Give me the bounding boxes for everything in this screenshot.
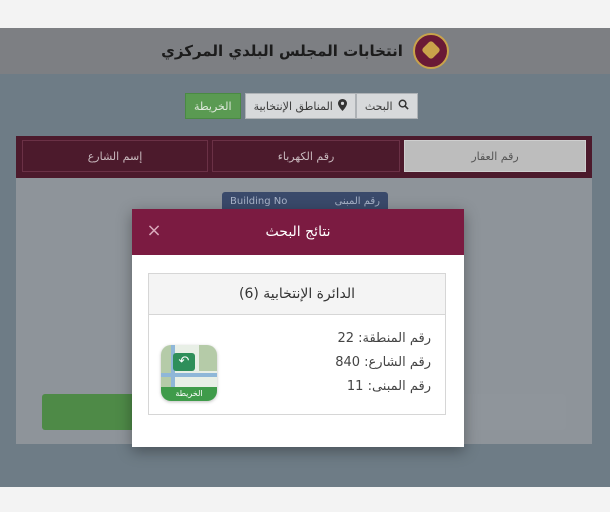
districts-button-label: المناطق الإنتخابية bbox=[253, 99, 333, 113]
search-results-modal: × نتائج البحث الدائرة الإنتخابية (6) رقم… bbox=[132, 209, 464, 447]
submit-button-background bbox=[42, 394, 142, 430]
map-button[interactable]: الخريطة bbox=[185, 93, 241, 119]
search-bar: البحث المناطق الإنتخابية الخريطة bbox=[185, 93, 418, 119]
search-button-label: البحث bbox=[364, 99, 393, 113]
search-icon bbox=[398, 99, 409, 113]
search-tabs: رقم العقار رقم الكهرباء إسم الشارع bbox=[16, 136, 592, 178]
map-block bbox=[161, 345, 171, 387]
page-title: انتخابات المجلس البلدي المركزي bbox=[161, 42, 403, 60]
map-app-icon[interactable]: ↶ الخريطة bbox=[161, 345, 217, 401]
top-strip bbox=[0, 0, 610, 28]
qatar-emblem-icon bbox=[412, 33, 449, 69]
tab-label: رقم الكهرباء bbox=[277, 149, 335, 163]
modal-header: × نتائج البحث bbox=[132, 209, 464, 255]
close-icon[interactable]: × bbox=[144, 221, 164, 241]
app-header: انتخابات المجلس البلدي المركزي bbox=[0, 28, 610, 74]
map-button-label: الخريطة bbox=[194, 99, 232, 113]
map-block bbox=[199, 345, 217, 371]
building-label-en: Building No bbox=[230, 196, 288, 207]
result-body: رقم المنطقة: 22 رقم الشارع: 840 رقم المب… bbox=[149, 315, 445, 415]
zone-number: رقم المنطقة: 22 bbox=[337, 331, 431, 346]
map-road bbox=[161, 373, 217, 377]
result-heading: الدائرة الإنتخابية (6) bbox=[149, 274, 445, 315]
map-icon-label: الخريطة bbox=[161, 387, 217, 401]
districts-button[interactable]: المناطق الإنتخابية bbox=[244, 93, 356, 119]
building-number: رقم المبنى: 11 bbox=[346, 379, 431, 394]
search-button[interactable]: البحث bbox=[355, 93, 418, 119]
result-details: رقم المنطقة: 22 رقم الشارع: 840 رقم المب… bbox=[335, 327, 431, 399]
street-number: رقم الشارع: 840 bbox=[335, 355, 431, 370]
input-background bbox=[462, 394, 566, 430]
turn-arrow-icon: ↶ bbox=[173, 353, 195, 371]
tab-property-number[interactable]: رقم العقار bbox=[404, 140, 586, 172]
tab-street-name[interactable]: إسم الشارع bbox=[22, 140, 208, 172]
tab-label: رقم العقار bbox=[471, 149, 519, 163]
tab-electricity-number[interactable]: رقم الكهرباء bbox=[212, 140, 400, 172]
bottom-strip bbox=[0, 487, 610, 512]
result-card: الدائرة الإنتخابية (6) رقم المنطقة: 22 ر… bbox=[148, 273, 446, 415]
map-pin-icon bbox=[337, 98, 347, 114]
tab-label: إسم الشارع bbox=[87, 149, 143, 163]
modal-title: نتائج البحث bbox=[265, 224, 331, 240]
building-label-ar: رقم المبنى bbox=[334, 196, 380, 207]
